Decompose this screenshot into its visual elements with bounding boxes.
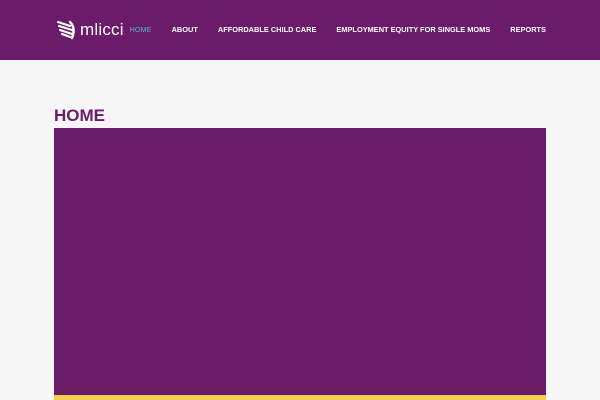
page-title: HOME	[54, 106, 105, 125]
logo-text: mlicci	[80, 19, 124, 39]
site-header: mlicci HOME ABOUT AFFORDABLE CHILD CARE …	[0, 0, 600, 60]
hands-logo-icon	[56, 20, 75, 40]
hero-accent-stripe	[54, 395, 546, 400]
nav-item-employment-equity[interactable]: EMPLOYMENT EQUITY FOR SINGLE MOMS	[336, 25, 490, 35]
site-logo[interactable]: mlicci	[56, 14, 124, 44]
main-nav: HOME ABOUT AFFORDABLE CHILD CARE EMPLOYM…	[129, 25, 546, 35]
hero-banner	[54, 128, 546, 400]
nav-item-reports[interactable]: REPORTS	[510, 25, 546, 35]
nav-item-home[interactable]: HOME	[129, 25, 151, 35]
nav-item-about[interactable]: ABOUT	[172, 25, 198, 35]
nav-item-affordable-child-care[interactable]: AFFORDABLE CHILD CARE	[218, 25, 317, 35]
